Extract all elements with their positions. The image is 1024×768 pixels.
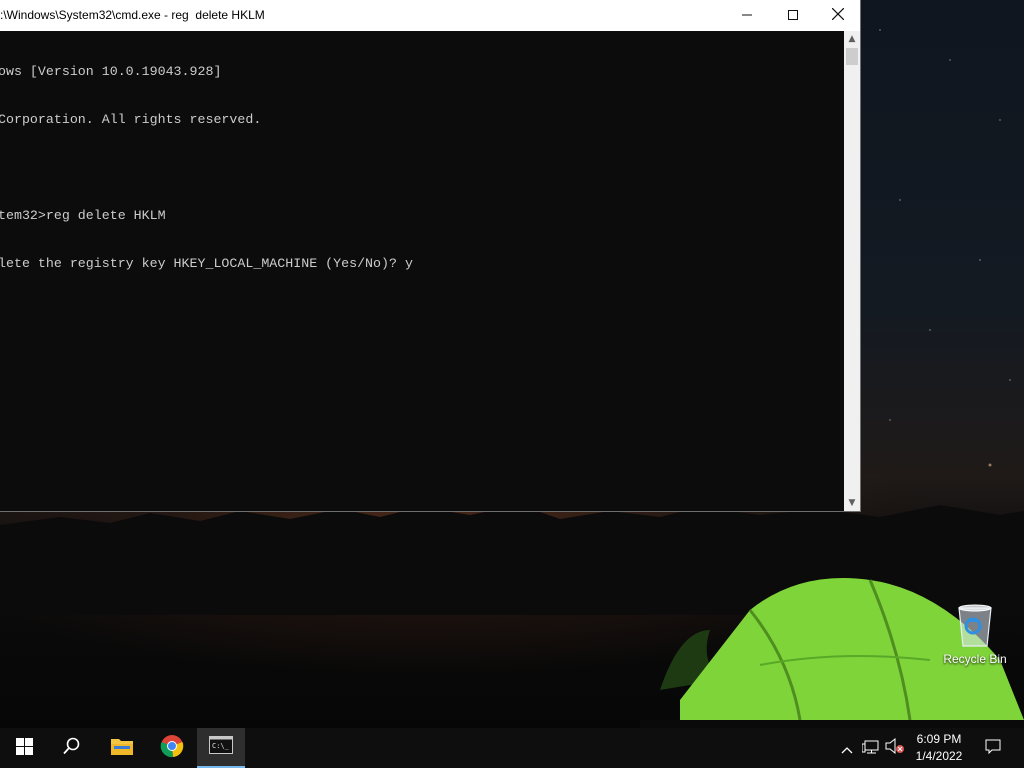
- chevron-down-icon: ▼: [848, 498, 856, 508]
- console-line: tem32>reg delete HKLM: [0, 208, 166, 223]
- window-titlebar[interactable]: :\Windows\System32\cmd.exe - reg delete …: [0, 0, 860, 31]
- chrome-button[interactable]: [148, 728, 196, 768]
- clock-date: 1/4/2022: [915, 749, 963, 763]
- recycle-bin-icon: [955, 602, 995, 652]
- minimize-icon: [742, 8, 752, 24]
- desktop-icon-label: Recycle Bin: [943, 652, 1007, 666]
- close-button[interactable]: [815, 0, 861, 31]
- clock-time: 6:09 PM: [916, 732, 962, 746]
- windows-icon: [15, 737, 33, 759]
- start-button[interactable]: [0, 728, 48, 768]
- chevron-up-icon: ▲: [848, 34, 856, 44]
- scroll-down-button[interactable]: ▼: [844, 495, 860, 511]
- network-icon: [861, 739, 880, 758]
- file-explorer-button[interactable]: [98, 728, 146, 768]
- window-title: :\Windows\System32\cmd.exe - reg delete …: [0, 8, 265, 22]
- close-icon: [831, 7, 845, 24]
- system-clock[interactable]: 6:09 PM 1/4/2022: [908, 731, 970, 765]
- show-hidden-icons-button[interactable]: [838, 728, 856, 768]
- search-button[interactable]: [48, 728, 96, 768]
- console-line: lete the registry key HKEY_LOCAL_MACHINE…: [0, 256, 413, 271]
- network-button[interactable]: [860, 728, 882, 768]
- notification-icon: [985, 739, 1001, 758]
- vertical-scrollbar[interactable]: ▲ ▼: [844, 31, 860, 511]
- taskbar: C:\_ 6:09 PM 1/4/2022: [0, 728, 1024, 768]
- volume-muted-icon: [885, 737, 905, 758]
- chevron-up-icon: [841, 739, 853, 758]
- minimize-button[interactable]: [724, 0, 770, 31]
- console-output[interactable]: ows [Version 10.0.19043.928] Corporation…: [0, 31, 844, 512]
- terminal-icon: C:\_: [209, 736, 233, 758]
- chrome-icon: [160, 734, 184, 762]
- cmd-taskbar-button[interactable]: C:\_: [197, 728, 245, 768]
- volume-button[interactable]: [884, 728, 906, 768]
- svg-text:C:\_: C:\_: [212, 742, 230, 750]
- console-line: ows [Version 10.0.19043.928]: [0, 64, 222, 79]
- desktop-icon-recycle-bin[interactable]: Recycle Bin: [938, 600, 1012, 672]
- wallpaper-stars: [860, 0, 1024, 520]
- folder-icon: [110, 736, 134, 760]
- scrollbar-thumb[interactable]: [846, 48, 858, 65]
- maximize-icon: [788, 8, 798, 24]
- maximize-button[interactable]: [770, 0, 816, 31]
- scroll-up-button[interactable]: ▲: [844, 31, 860, 47]
- cmd-window[interactable]: :\Windows\System32\cmd.exe - reg delete …: [0, 0, 861, 512]
- console-line: Corporation. All rights reserved.: [0, 112, 262, 127]
- notification-center-button[interactable]: [978, 728, 1008, 768]
- search-icon: [63, 737, 81, 759]
